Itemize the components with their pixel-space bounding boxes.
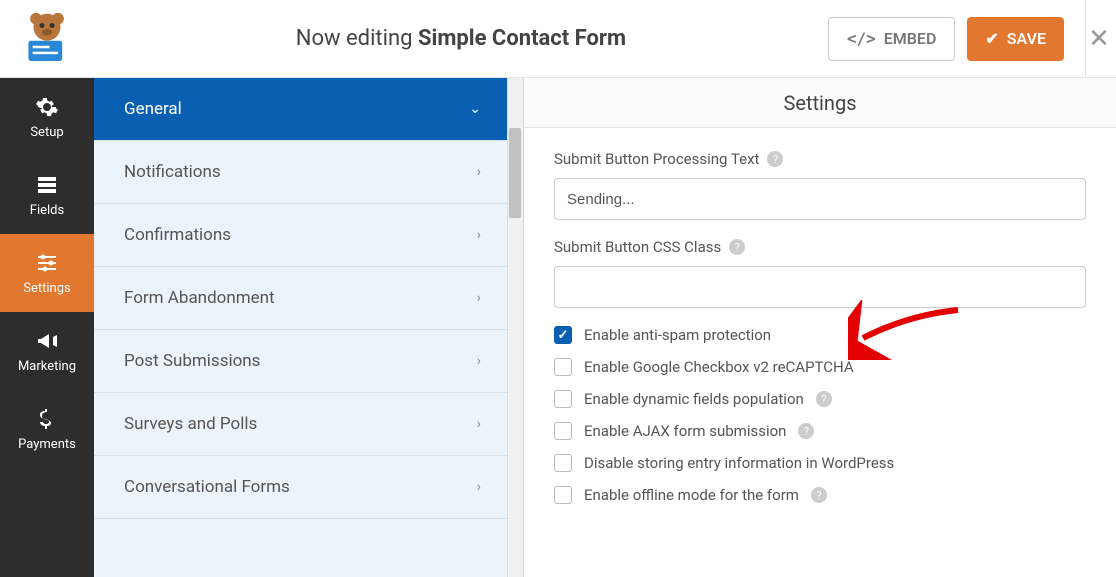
scroll-thumb[interactable] [509,128,521,218]
help-icon[interactable]: ? [816,391,832,407]
embed-button[interactable]: </> EMBED [828,17,956,61]
checkbox-label: Enable anti-spam protection [584,326,771,344]
scrollbar[interactable] [507,78,523,577]
processing-text-label: Submit Button Processing Text ? [554,150,1086,168]
gear-icon [35,95,59,119]
sidebar-item-settings[interactable]: Settings [0,234,94,312]
list-icon [35,173,59,197]
chevron-right-icon: › [477,479,481,495]
chevron-right-icon: › [477,353,481,369]
chevron-right-icon: › [477,164,481,180]
sidebar-item-payments[interactable]: Payments [0,390,94,468]
sidebar-item-fields[interactable]: Fields [0,156,94,234]
sidebar-item-setup[interactable]: Setup [0,78,94,156]
checkbox-label: Enable Google Checkbox v2 reCAPTCHA [584,358,854,376]
settings-item-confirmations[interactable]: Confirmations › [94,204,507,267]
bullhorn-icon [35,329,59,353]
chevron-right-icon: › [477,290,481,306]
checkbox-offline-mode[interactable] [554,486,572,504]
settings-item-surveys-polls[interactable]: Surveys and Polls › [94,393,507,456]
checkbox-ajax[interactable] [554,422,572,440]
close-icon[interactable]: ✕ [1082,24,1116,54]
checkbox-anti-spam[interactable] [554,326,572,344]
left-sidebar: Setup Fields Settings Marketing Payments [0,78,94,577]
settings-item-general[interactable]: General ⌄ [94,78,507,141]
checkbox-label: Enable offline mode for the form [584,486,799,504]
check-icon: ✔ [985,29,998,48]
settings-item-conversational-forms[interactable]: Conversational Forms › [94,456,507,519]
settings-item-notifications[interactable]: Notifications › [94,141,507,204]
css-class-label: Submit Button CSS Class ? [554,238,1086,256]
chevron-right-icon: › [477,416,481,432]
checkbox-label: Disable storing entry information in Wor… [584,454,894,472]
sidebar-item-marketing[interactable]: Marketing [0,312,94,390]
sliders-icon [35,251,59,275]
css-class-input[interactable] [554,266,1086,308]
help-icon[interactable]: ? [811,487,827,503]
chevron-right-icon: › [477,227,481,243]
settings-menu: General ⌄ Notifications › Confirmations … [94,78,524,577]
panel-title: Settings [524,78,1116,128]
help-icon[interactable]: ? [729,239,745,255]
editing-title: Now editing Simple Contact Form [94,26,828,51]
settings-item-form-abandonment[interactable]: Form Abandonment › [94,267,507,330]
app-logo [0,12,94,66]
checkbox-disable-storing[interactable] [554,454,572,472]
checkbox-recaptcha[interactable] [554,358,572,376]
checkbox-dynamic-fields[interactable] [554,390,572,408]
help-icon[interactable]: ? [798,423,814,439]
processing-text-input[interactable] [554,178,1086,220]
code-icon: </> [847,29,876,48]
checkbox-label: Enable dynamic fields population [584,390,804,408]
save-button[interactable]: ✔ SAVE [967,17,1064,61]
settings-item-post-submissions[interactable]: Post Submissions › [94,330,507,393]
help-icon[interactable]: ? [767,151,783,167]
chevron-down-icon: ⌄ [469,101,481,117]
dollar-icon [35,407,59,431]
checkbox-label: Enable AJAX form submission [584,422,786,440]
